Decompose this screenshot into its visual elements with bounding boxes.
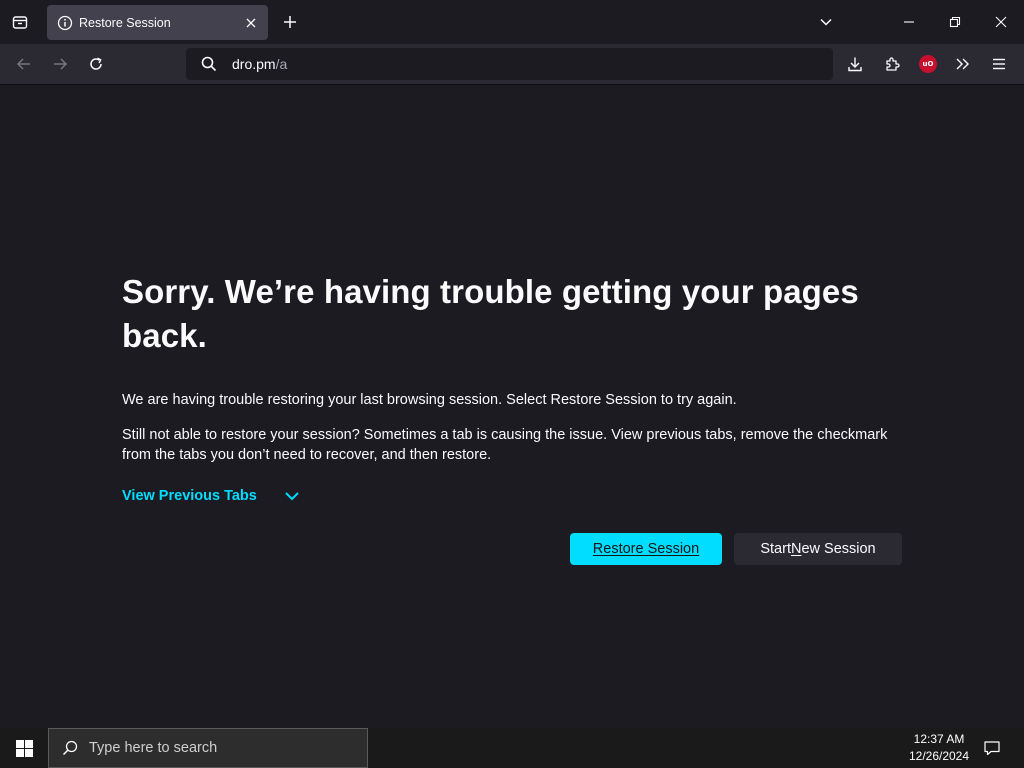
extensions-icon	[886, 57, 900, 71]
search-icon	[200, 55, 218, 73]
taskbar-search-box[interactable]: Type here to search	[48, 728, 368, 768]
close-tab-icon[interactable]	[242, 14, 260, 32]
restore-session-button[interactable]: Restore Session	[570, 533, 722, 565]
overflow-icon	[956, 58, 969, 70]
ublock-icon: uO	[919, 55, 937, 73]
system-clock[interactable]: 12:37 AM 12/26/2024	[900, 731, 978, 765]
page-content: Sorry. We’re having trouble getting your…	[0, 85, 1024, 728]
url-bar[interactable]: dro.pm/a	[186, 48, 833, 80]
tab-strip: Restore Session	[0, 0, 1024, 44]
plus-icon	[284, 16, 296, 28]
firefox-view-icon	[12, 16, 28, 29]
taskbar-search-placeholder: Type here to search	[89, 740, 218, 756]
forward-button[interactable]	[46, 50, 74, 78]
tab-title: Restore Session	[79, 15, 171, 30]
new-session-label-end: ew Session	[801, 541, 876, 557]
close-icon	[995, 16, 1007, 28]
chevron-down-icon	[820, 18, 832, 26]
url-text[interactable]: dro.pm/a	[232, 56, 287, 72]
page-title: Sorry. We’re having trouble getting your…	[122, 273, 859, 354]
nav-toolbar: dro.pm/a uO	[0, 44, 1024, 85]
url-host: dro.pm	[232, 56, 276, 72]
windows-logo-icon	[15, 739, 33, 757]
forward-icon	[54, 58, 67, 70]
new-session-accesskey: N	[790, 541, 802, 557]
taskbar: Type here to search 12:37 AM 12/26/2024	[0, 728, 1024, 768]
minimize-icon	[904, 21, 914, 23]
restore-help-text: Still not able to restore your session? …	[122, 427, 888, 463]
back-icon	[17, 58, 30, 70]
view-previous-tabs-label: View Previous Tabs	[122, 488, 257, 504]
chevron-down-icon	[283, 487, 301, 505]
start-button[interactable]	[0, 728, 48, 768]
view-previous-tabs-toggle[interactable]: View Previous Tabs	[122, 485, 301, 507]
back-button[interactable]	[10, 50, 38, 78]
menu-icon	[993, 58, 1005, 70]
firefox-view-button[interactable]	[6, 8, 34, 36]
ublock-button[interactable]: uO	[914, 50, 942, 78]
restore-description: We are having trouble restoring your las…	[122, 392, 737, 408]
restore-window-button[interactable]	[939, 6, 971, 38]
search-icon	[61, 739, 79, 757]
new-session-label-start: Start	[760, 541, 791, 557]
tab-restore-session[interactable]: Restore Session	[47, 5, 268, 40]
new-tab-button[interactable]	[278, 10, 302, 34]
notification-icon	[984, 741, 1000, 756]
overflow-button[interactable]	[949, 50, 977, 78]
clock-date: 12/26/2024	[908, 749, 970, 763]
start-new-session-button[interactable]: Start New Session	[734, 533, 902, 565]
reload-button[interactable]	[82, 50, 110, 78]
reload-icon	[90, 57, 102, 70]
restore-window-icon	[949, 16, 961, 28]
notification-center-button[interactable]	[978, 728, 1006, 768]
info-icon	[57, 15, 73, 31]
clock-time: 12:37 AM	[913, 732, 965, 746]
download-icon	[848, 57, 862, 72]
list-all-tabs-button[interactable]	[810, 6, 842, 38]
url-path: /a	[275, 56, 288, 72]
minimize-button[interactable]	[893, 6, 925, 38]
close-window-button[interactable]	[985, 6, 1017, 38]
app-menu-button[interactable]	[985, 50, 1013, 78]
extensions-button[interactable]	[878, 50, 906, 78]
downloads-button[interactable]	[841, 50, 869, 78]
